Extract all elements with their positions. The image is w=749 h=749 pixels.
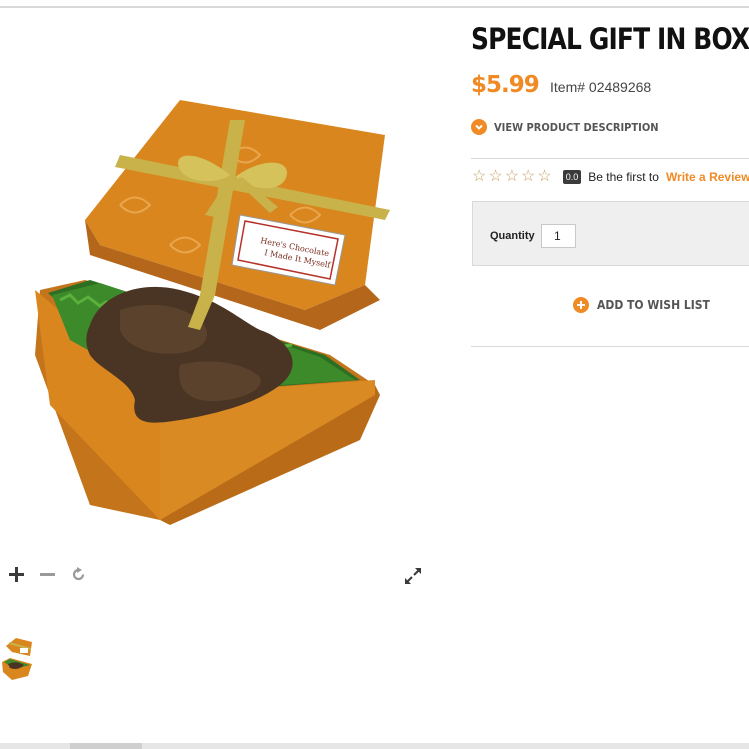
top-divider [0,6,749,8]
star-empty-icon: ☆ [472,168,487,185]
product-thumbnail[interactable] [0,634,34,682]
item-number: Item# 02489268 [550,79,652,95]
quantity-label: Quantity [490,230,535,242]
add-to-wishlist-button[interactable]: ADD TO WISH LIST [573,297,722,313]
rating-row: ☆ ☆ ☆ ☆ ☆ 0.0 Be the first to Write a Re… [472,169,749,185]
plus-icon[interactable] [8,566,25,583]
product-image: Here's Chocolate I Made It Myself [35,100,390,525]
rotate-icon[interactable] [70,566,87,583]
star-empty-icon: ☆ [504,168,520,185]
product-title: SPECIAL GIFT IN BOX [471,22,749,56]
star-empty-icon: ☆ [488,168,503,185]
wishlist-label: ADD TO WISH LIST [597,298,710,312]
write-review-link[interactable]: Write a Review [666,170,749,184]
image-zoom-controls [8,566,87,583]
minus-icon[interactable] [39,566,56,583]
divider [471,158,749,159]
view-description-link[interactable]: VIEW PRODUCT DESCRIPTION [471,119,677,135]
rating-prompt: Be the first to [588,170,659,184]
quantity-input[interactable] [541,224,576,248]
scrollbar-thumb[interactable] [70,743,142,749]
bottom-scrollbar[interactable] [0,743,749,749]
rating-score-badge: 0.0 [562,170,582,184]
star-empty-icon: ☆ [537,168,552,185]
chevron-down-icon [471,119,487,135]
quantity-panel: Quantity [472,201,749,266]
star-rating: ☆ ☆ ☆ ☆ ☆ [472,169,552,185]
star-empty-icon: ☆ [521,168,536,185]
expand-icon[interactable] [403,566,423,586]
view-description-label: VIEW PRODUCT DESCRIPTION [494,120,659,134]
divider [471,346,749,347]
plus-circle-icon [573,297,589,313]
product-price: $5.99 [471,72,540,98]
